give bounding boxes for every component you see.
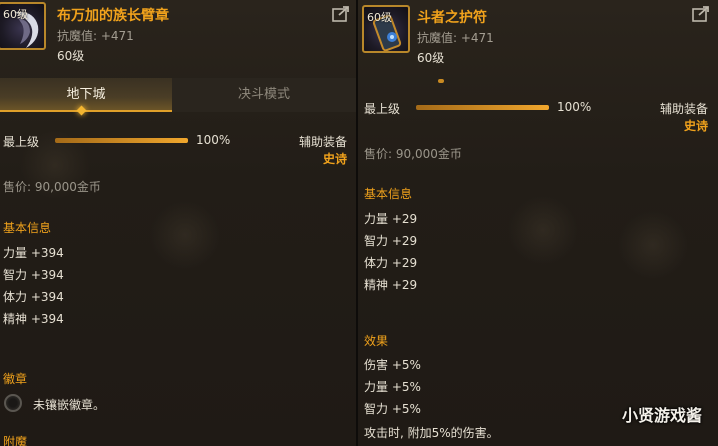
stat-vitality: 体力 +29 [364,256,418,270]
max-level-label: 最上级 [3,135,40,149]
background-ornament [150,200,220,270]
magic-resist-value: 抗魔值: +471 [57,29,134,43]
stat-vitality: 体力 +394 [3,290,64,304]
share-icon[interactable] [692,6,710,22]
upgrade-progress-fill [55,138,188,143]
item-level-badge: 60级 [367,11,392,24]
background-ornament [618,210,688,280]
upgrade-progress-bar [416,105,549,110]
upgrade-percent: 100% [557,100,592,114]
background-ornament [508,195,578,265]
basic-info-title: 基本信息 [364,187,413,201]
emblem-title: 徽章 [3,372,28,386]
basic-info-title: 基本信息 [3,221,52,235]
stat-strength: 力量 +394 [3,246,64,260]
stat-strength: 力量 +29 [364,212,418,226]
emblem-status-text: 未镶嵌徽章。 [33,398,106,412]
item-name: 斗者之护符 [417,10,487,26]
upgrade-progress-bar [55,138,188,143]
mode-tabs: 地下城 决斗模式 [0,78,356,112]
item-level-badge: 60级 [3,8,28,21]
rarity-label: 史诗 [683,119,708,133]
equipment-slot-type: 辅助装备 [298,135,347,149]
magic-resist-value: 抗魔值: +471 [417,31,494,45]
effect-line: 智力 +5% [364,402,421,416]
upgrade-percent: 100% [196,133,231,147]
enchant-title: 附魔 [3,435,28,446]
sell-price: 售价: 90,000金币 [3,180,101,194]
sell-price: 售价: 90,000金币 [364,147,462,161]
item-level: 60级 [57,49,85,63]
tab-dungeon[interactable]: 地下城 [0,78,172,112]
right-item-tooltip: 60级 斗者之护符 抗魔值: +471 60级 最上级 100% 辅助装备 史诗… [358,0,718,446]
effects-title: 效果 [364,334,389,348]
effect-line: 攻击时, 附加5%的伤害。 [364,426,499,440]
stat-spirit: 精神 +394 [3,312,64,326]
left-item-tooltip: 60级 布万加的族长臂章 抗魔值: +471 60级 地下城 决斗模式 最上级 … [0,0,356,446]
max-level-label: 最上级 [364,102,401,116]
watermark-text: 小贤游戏酱 [621,406,702,425]
divider-ornament [438,79,444,83]
stat-spirit: 精神 +29 [364,278,418,292]
emblem-socket-icon[interactable] [4,394,22,412]
effect-line: 力量 +5% [364,380,421,394]
tab-duel-mode[interactable]: 决斗模式 [172,78,356,112]
rarity-label: 史诗 [322,152,347,166]
amulet-item-icon[interactable]: 60级 [362,5,410,53]
upgrade-progress-fill [416,105,549,110]
stat-intelligence: 智力 +394 [3,268,64,282]
equipment-slot-type: 辅助装备 [659,102,708,116]
item-name: 布万加的族长臂章 [57,8,169,24]
effect-line: 伤害 +5% [364,358,421,372]
armband-item-icon[interactable]: 60级 [0,2,46,50]
stat-intelligence: 智力 +29 [364,234,418,248]
share-icon[interactable] [332,6,350,22]
item-level: 60级 [417,51,445,65]
